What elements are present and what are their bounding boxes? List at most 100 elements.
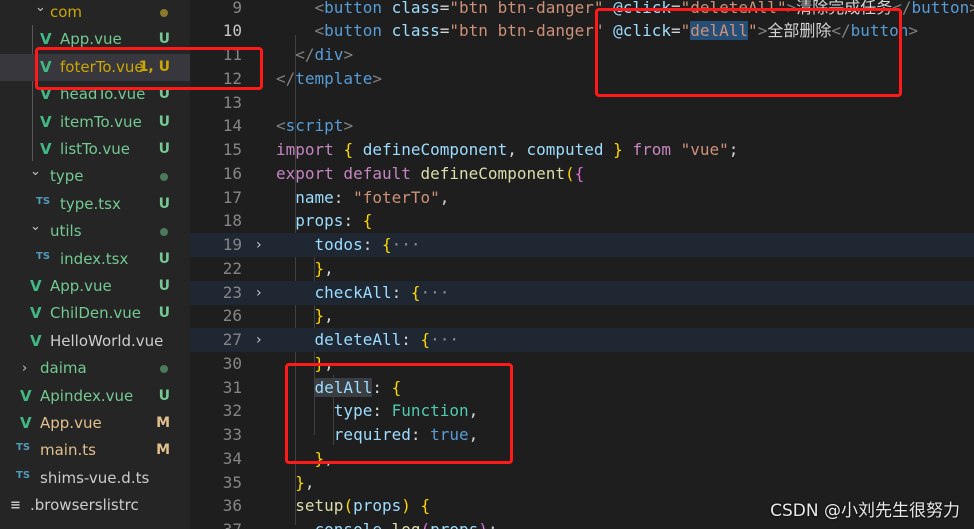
code-token: > bbox=[343, 116, 354, 136]
fold-chevron-icon[interactable]: › bbox=[256, 281, 262, 305]
code-token: "btn btn-danger" bbox=[449, 21, 604, 41]
code-line[interactable]: 26 }, bbox=[190, 304, 974, 328]
chevron-down-icon[interactable]: ⌄ bbox=[30, 213, 41, 240]
code-text: name: "foterTo", bbox=[276, 186, 449, 210]
code-line[interactable]: 16 export default defineComponent({ bbox=[190, 162, 974, 186]
tree-file[interactable]: TS type.tsx U bbox=[0, 191, 190, 218]
git-status-badge: U bbox=[158, 305, 170, 322]
tree-file[interactable]: V Apindex.vue U bbox=[0, 383, 190, 410]
tree-file[interactable]: V HelloWorld.vue bbox=[0, 328, 190, 355]
code-text: console.log(props); bbox=[276, 518, 498, 529]
code-token: ; bbox=[728, 140, 739, 160]
tree-folder[interactable]: › daima bbox=[0, 355, 190, 382]
typescript-file-icon: TS bbox=[36, 195, 51, 207]
tree-file[interactable]: VitemTo.vue U bbox=[0, 109, 190, 136]
tree-file[interactable]: V App.vue M bbox=[0, 410, 190, 437]
tree-item-label: main.ts bbox=[40, 441, 96, 460]
vue-file-icon: V bbox=[20, 414, 32, 432]
code-token: } bbox=[314, 306, 325, 326]
chevron-right-icon[interactable]: › bbox=[22, 355, 27, 382]
code-token: , bbox=[324, 258, 334, 278]
code-token: { bbox=[381, 235, 392, 255]
line-number: 33 bbox=[222, 425, 242, 445]
code-token: import bbox=[276, 140, 334, 160]
code-text: import { defineComponent, computed } fro… bbox=[276, 138, 738, 162]
code-text: props: { bbox=[276, 209, 372, 233]
tree-folder[interactable]: ⌄ utils bbox=[0, 218, 190, 245]
code-token: deleteAll bbox=[276, 330, 402, 350]
code-line[interactable]: 35 }, bbox=[190, 471, 974, 495]
code-token: > bbox=[969, 0, 974, 17]
tree-item-label: type bbox=[50, 167, 84, 186]
tree-file[interactable]: ≡ .browserslistrc bbox=[0, 492, 190, 519]
code-text: export default defineComponent({ bbox=[276, 162, 584, 186]
code-token: { bbox=[410, 282, 421, 302]
code-token: setup bbox=[276, 496, 344, 516]
code-token: } bbox=[314, 258, 325, 278]
code-text: setup(props) { bbox=[276, 494, 430, 518]
code-token: < bbox=[276, 116, 286, 136]
vue-file-icon: V bbox=[30, 331, 42, 350]
code-token: default bbox=[333, 163, 411, 183]
fold-chevron-icon[interactable]: › bbox=[256, 233, 262, 257]
code-token: "btn btn-danger" bbox=[449, 0, 604, 17]
code-token: props bbox=[353, 496, 402, 516]
code-text: }, bbox=[276, 471, 314, 495]
tree-folder[interactable]: ⌄ type bbox=[0, 163, 190, 190]
tree-item-label: App.vue bbox=[40, 414, 102, 432]
code-token: { bbox=[574, 163, 585, 183]
code-text: </template> bbox=[276, 67, 382, 91]
code-token: console bbox=[276, 520, 382, 529]
code-token: } bbox=[613, 140, 623, 160]
line-number: 30 bbox=[222, 353, 242, 373]
tree-file[interactable]: VlistTo.vue U bbox=[0, 136, 190, 163]
annotation-box-click-handler bbox=[595, 8, 902, 97]
code-line[interactable]: 22 }, bbox=[190, 257, 974, 281]
code-line[interactable]: 15 import { defineComponent, computed } f… bbox=[190, 138, 974, 162]
code-line[interactable]: 23 › checkAll: {··· bbox=[190, 280, 974, 305]
tree-file[interactable]: TS index.tsx U bbox=[0, 246, 190, 273]
code-token: class bbox=[381, 0, 440, 17]
chevron-down-icon[interactable]: ⌄ bbox=[30, 158, 41, 185]
code-token: } bbox=[295, 472, 305, 492]
chevron-down-icon[interactable]: ⌄ bbox=[35, 0, 46, 21]
line-number: 27 bbox=[222, 330, 242, 350]
tree-item-label: com bbox=[50, 3, 83, 21]
code-token: : bbox=[333, 187, 354, 207]
code-text: deleteAll: {··· bbox=[276, 328, 460, 352]
tree-item-label: listTo.vue bbox=[60, 140, 130, 158]
code-token: "vue" bbox=[680, 140, 729, 160]
tree-file[interactable]: V ChilDen.vue U bbox=[0, 300, 190, 327]
tree-file[interactable]: V App.vue U bbox=[0, 273, 190, 300]
code-token: = bbox=[439, 21, 450, 41]
line-number: 23 bbox=[222, 282, 242, 302]
fold-chevron-icon[interactable]: › bbox=[256, 328, 262, 352]
tree-file[interactable]: TS shims-vue.d.ts bbox=[0, 465, 190, 492]
code-text: }, bbox=[276, 257, 334, 281]
code-text: </div> bbox=[276, 43, 353, 67]
code-line[interactable]: 17 name: "foterTo", bbox=[190, 186, 974, 210]
typescript-file-icon: TS bbox=[16, 442, 31, 454]
code-text: todos: {··· bbox=[276, 233, 421, 257]
code-token: > bbox=[908, 21, 919, 41]
change-dot-icon bbox=[160, 228, 168, 237]
code-token: defineComponent bbox=[410, 163, 565, 183]
code-line[interactable]: 14 <script> bbox=[190, 114, 974, 138]
tree-item-label: App.vue bbox=[50, 277, 112, 295]
code-token: > bbox=[343, 45, 354, 65]
tree-file[interactable]: TS main.ts M bbox=[0, 437, 190, 464]
line-number: 26 bbox=[222, 306, 242, 326]
code-token: > bbox=[372, 68, 382, 88]
code-line[interactable]: 27 › deleteAll: {··· bbox=[190, 328, 974, 353]
code-token: checkAll bbox=[276, 282, 392, 302]
code-line[interactable]: 18 props: { bbox=[190, 209, 974, 233]
line-number: 10 bbox=[222, 21, 242, 41]
code-line[interactable]: 19 › todos: {··· bbox=[190, 233, 974, 258]
tree-folder[interactable]: ⌄ com bbox=[0, 0, 190, 26]
code-token: { bbox=[362, 211, 373, 231]
